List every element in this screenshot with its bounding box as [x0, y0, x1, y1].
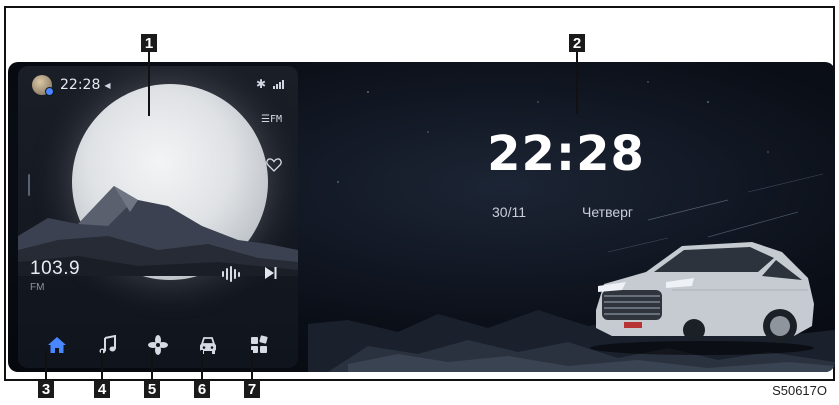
callout-4-leader — [101, 350, 103, 380]
callout-1: 1 — [141, 34, 157, 52]
fm-list-icon[interactable]: ☰FM — [261, 114, 282, 125]
next-track-icon[interactable] — [264, 266, 278, 280]
bottom-dock — [18, 322, 298, 368]
clock-date: 30/11 — [492, 204, 526, 220]
status-time: 22:28 — [60, 77, 101, 93]
home-icon — [48, 337, 67, 353]
user-avatar[interactable] — [32, 75, 54, 96]
car-image — [590, 242, 814, 355]
heart-icon[interactable] — [266, 158, 282, 172]
bluetooth-icon: ✱ — [255, 77, 266, 91]
callout-7-leader — [251, 350, 253, 380]
callout-4: 4 — [94, 380, 110, 398]
radio-frequency: 103.9 — [30, 258, 81, 279]
callout-1-leader — [148, 52, 150, 116]
audio-wave-icon[interactable] — [222, 266, 240, 282]
dock-climate-button[interactable] — [141, 328, 175, 362]
clock-time: 22:28 — [487, 126, 645, 182]
callout-6: 6 — [194, 380, 210, 398]
media-widget[interactable]: 22:28 ◀ ✱ ☰FM 103.9 FM — [18, 66, 298, 368]
clock-weekday: Четверг — [582, 204, 634, 220]
callout-3-leader — [45, 350, 47, 380]
callout-7: 7 — [244, 380, 260, 398]
panel-handle[interactable] — [28, 174, 30, 196]
callout-3: 3 — [38, 380, 54, 398]
callout-5: 5 — [144, 380, 160, 398]
radio-band: FM — [30, 282, 45, 293]
signal-icon — [273, 80, 284, 89]
dock-music-button[interactable] — [91, 328, 125, 362]
callout-5-leader — [151, 350, 153, 380]
navigation-arrow-icon: ◀ — [104, 80, 111, 90]
figure-code: S50617O — [772, 383, 827, 398]
callout-2: 2 — [569, 34, 585, 52]
callout-2-leader — [576, 52, 578, 114]
dock-vehicle-button[interactable] — [191, 328, 225, 362]
dock-apps-button[interactable] — [242, 328, 276, 362]
callout-6-leader — [201, 350, 203, 380]
infotainment-screen: 22:28 ◀ ✱ ☰FM 103.9 FM 22:28 30/11 Четве… — [8, 62, 835, 372]
